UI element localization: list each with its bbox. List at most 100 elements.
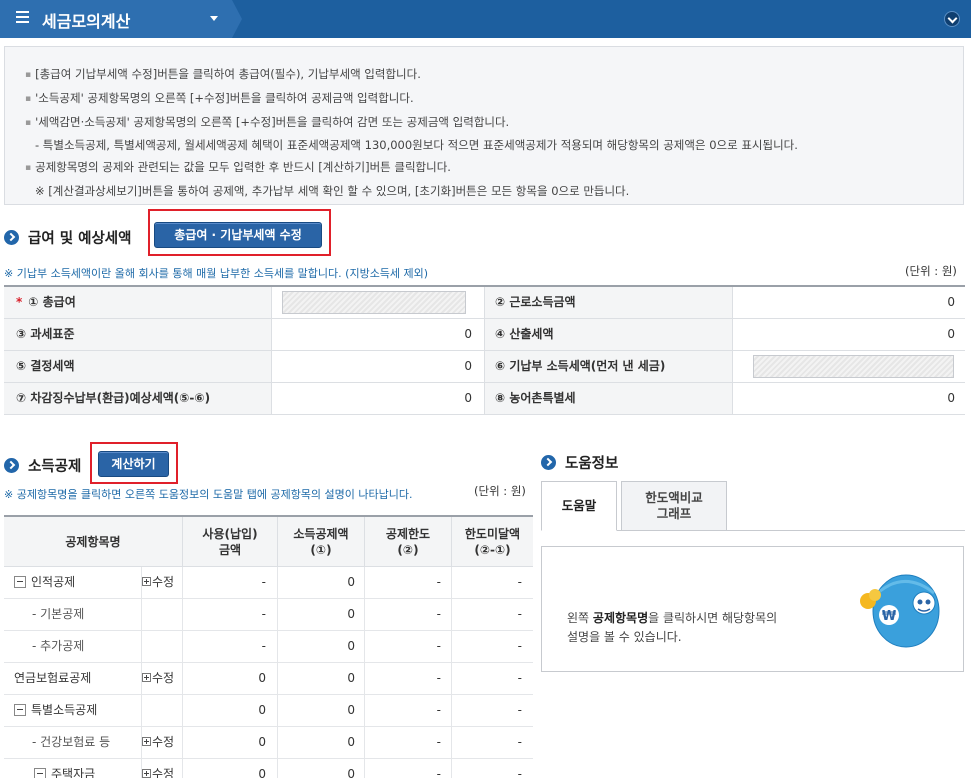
header-remain-line1: 한도미달액 — [464, 526, 521, 541]
row-name[interactable]: - 건강보험료 등 — [4, 727, 142, 758]
collapse-icon[interactable] — [944, 11, 960, 27]
header-remain: 한도미달액 (②-①) — [452, 517, 533, 566]
plus-icon[interactable] — [142, 577, 151, 586]
collapse-toggle-icon[interactable] — [14, 703, 26, 716]
row-edit[interactable]: 수정 — [142, 567, 183, 598]
deduction-title-text: 소득공제 — [28, 459, 82, 475]
edit-salary-button[interactable]: 총급여 · 기납부세액 수정 — [154, 222, 322, 248]
header-amount-line1: 소득공제액 — [293, 526, 349, 541]
row-remain: - — [517, 735, 522, 749]
row-name[interactable]: 특별소득공제 — [4, 695, 142, 726]
collapse-toggle-icon[interactable] — [14, 575, 26, 588]
svg-text:₩: ₩ — [882, 609, 897, 624]
row-usage: 0 — [183, 663, 278, 694]
plus-icon[interactable] — [142, 673, 151, 682]
mascot-icon: ₩ — [860, 574, 940, 648]
instruction-notice: [총급여 기납부세액 수정]버튼을 클릭하여 총급여(필수), 기납부세액 입력… — [4, 46, 964, 205]
notice-line: 공제항목명의 공제와 관련되는 값을 모두 입력한 후 반드시 [계산하기]버튼… — [25, 157, 963, 181]
edit-link[interactable]: 수정 — [152, 767, 174, 778]
row-usage: 0 — [183, 759, 278, 778]
hamburger-menu-icon[interactable] — [16, 11, 29, 25]
salary-section-title: 급여 및 예상세액 — [4, 227, 131, 248]
table-header: 공제항목명 사용(납입) 금액 소득공제액 (①) 공제한도 (②) 한도미달액 (②-… — [4, 517, 533, 567]
help-text: 왼쪽 공제항목명을 클릭하시면 해당항목의 설명을 볼 수 있습니다. — [567, 609, 777, 647]
total-salary-cell — [272, 287, 485, 318]
row-amount: 0 — [278, 631, 365, 662]
header-usage: 사용(납입) 금액 — [183, 517, 278, 566]
row-limit: - — [365, 631, 452, 662]
prepaid-tax-input[interactable] — [753, 355, 954, 378]
row-edit[interactable]: 수정 — [142, 727, 183, 758]
row-name-text[interactable]: 인적공제 — [31, 575, 75, 589]
calculated-tax-label: ④ 산출세액 — [485, 319, 733, 350]
rural-special-tax-value: 0 — [947, 391, 955, 405]
table-row: 인적공제 수정 - 0 - - — [4, 567, 533, 599]
section-arrow-icon — [4, 458, 19, 473]
expected-refund-value: 0 — [272, 383, 485, 414]
header-name: 공제항목명 — [4, 517, 183, 566]
determined-tax-label: ⑤ 결정세액 — [4, 351, 272, 382]
row-limit: - — [365, 599, 452, 630]
row-name-text[interactable]: 주택자금 — [51, 767, 95, 778]
table-row: 연금보험료공제 수정 0 0 - - — [4, 663, 533, 695]
table-row: 특별소득공제 0 0 - - — [4, 695, 533, 727]
row-usage: - — [183, 599, 278, 630]
row-remain: - — [517, 767, 522, 778]
help-title-text: 도움정보 — [565, 456, 619, 472]
table-row: ⑤ 결정세액 0 ⑥ 기납부 소득세액(먼저 낸 세금) — [4, 351, 965, 383]
row-remain: - — [517, 607, 522, 621]
row-limit: - — [365, 567, 452, 598]
row-remain: - — [517, 639, 522, 653]
row-edit — [142, 631, 183, 662]
tab-help[interactable]: 도움말 — [541, 481, 617, 531]
header-amount: 소득공제액 (①) — [278, 517, 365, 566]
notice-line: '세액감면·소득공제' 공제항목명의 오른쪽 [+수정]버튼을 클릭하여 감면 … — [25, 112, 963, 136]
earned-income-label: ② 근로소득금액 — [485, 287, 733, 318]
row-name[interactable]: 연금보험료공제 — [4, 663, 142, 694]
row-usage: - — [183, 631, 278, 662]
salary-unit: (단위 : 원) — [905, 264, 957, 278]
row-limit: - — [365, 727, 452, 758]
row-usage: - — [183, 567, 278, 598]
row-name[interactable]: 주택자금 — [4, 759, 142, 778]
label-text: ① 총급여 — [28, 295, 76, 309]
notice-line: [총급여 기납부세액 수정]버튼을 클릭하여 총급여(필수), 기납부세액 입력… — [25, 64, 963, 88]
row-amount: 0 — [278, 727, 365, 758]
row-edit — [142, 695, 183, 726]
edit-link[interactable]: 수정 — [152, 735, 174, 749]
plus-icon[interactable] — [142, 769, 151, 778]
row-amount: 0 — [278, 695, 365, 726]
plus-icon[interactable] — [142, 737, 151, 746]
help-section-title: 도움정보 — [541, 452, 618, 473]
title-dropdown-icon[interactable] — [210, 16, 218, 21]
total-salary-input[interactable] — [282, 291, 466, 314]
collapse-toggle-icon[interactable] — [34, 767, 46, 778]
header-usage-line1: 사용(납입) — [202, 526, 258, 541]
salary-summary-table: * ① 총급여 ② 근로소득금액 0 ③ 과세표준 0 ④ 산출세액 0 ⑤ 결정… — [4, 285, 965, 415]
row-name[interactable]: 인적공제 — [4, 567, 142, 598]
row-amount: 0 — [278, 663, 365, 694]
row-edit — [142, 599, 183, 630]
notice-line: '소득공제' 공제항목명의 오른쪽 [+수정]버튼을 클릭하여 공제금액 입력합… — [25, 88, 963, 112]
earned-income-value: 0 — [947, 295, 955, 309]
help-tabs: 도움말 한도액비교 그래프 — [541, 481, 965, 531]
row-remain: - — [517, 575, 522, 589]
determined-tax-value: 0 — [272, 351, 485, 382]
calculate-button[interactable]: 계산하기 — [98, 451, 169, 477]
total-salary-label: * ① 총급여 — [4, 287, 272, 318]
row-edit[interactable]: 수정 — [142, 759, 183, 778]
top-bar: 세금모의계산 — [0, 0, 971, 38]
tab-limit-compare-graph[interactable]: 한도액비교 그래프 — [621, 481, 727, 531]
row-amount: 0 — [278, 599, 365, 630]
row-name[interactable]: - 추가공제 — [4, 631, 142, 662]
tab-compare-line2: 그래프 — [656, 506, 692, 521]
edit-link[interactable]: 수정 — [152, 575, 174, 589]
row-name[interactable]: - 기본공제 — [4, 599, 142, 630]
section-arrow-icon — [4, 230, 19, 245]
edit-link[interactable]: 수정 — [152, 671, 174, 685]
row-name-text[interactable]: 특별소득공제 — [31, 703, 97, 717]
help-content: 왼쪽 공제항목명을 클릭하시면 해당항목의 설명을 볼 수 있습니다. ₩ — [541, 546, 964, 672]
help-text-line2: 설명을 볼 수 있습니다. — [567, 630, 682, 644]
row-edit[interactable]: 수정 — [142, 663, 183, 694]
table-row: ③ 과세표준 0 ④ 산출세액 0 — [4, 319, 965, 351]
